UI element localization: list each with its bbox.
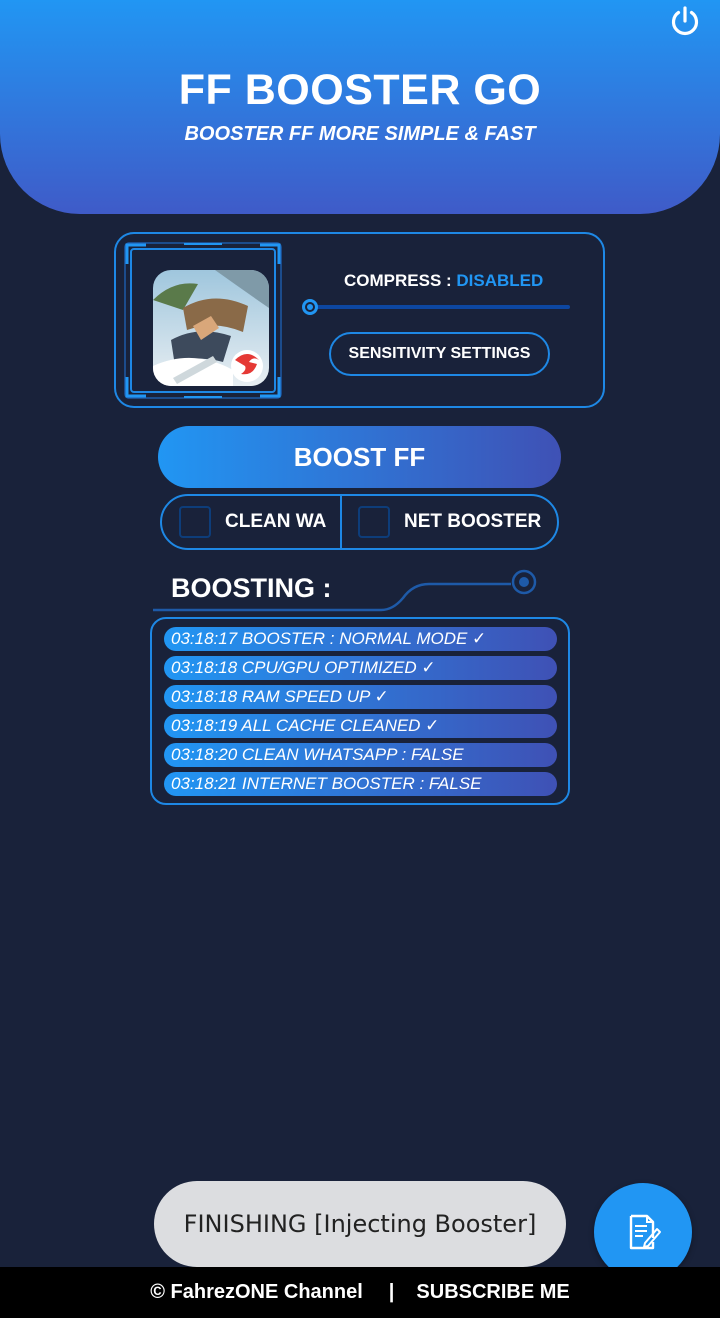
compress-slider[interactable] [302, 296, 570, 318]
compress-label-text: COMPRESS : [344, 271, 457, 290]
game-icon-frame [124, 242, 282, 399]
compress-slider-thumb[interactable] [302, 299, 318, 315]
compress-label: COMPRESS : DISABLED [344, 271, 543, 291]
clean-wa-checkbox[interactable] [179, 506, 211, 538]
footer-separator: | [388, 1281, 395, 1303]
app-subtitle: BOOSTER FF MORE SIMPLE & FAST [184, 123, 536, 145]
footer-credit: © FahrezONE Channel [150, 1281, 363, 1303]
log-item: 03:18:21 INTERNET BOOSTER : FALSE [164, 772, 557, 796]
log-item: 03:18:20 CLEAN WHATSAPP : FALSE [164, 743, 557, 767]
app-title: FF BOOSTER GO [178, 66, 542, 114]
status-toast: FINISHING [Injecting Booster] [154, 1181, 566, 1267]
app-header: FF BOOSTER GO BOOSTER FF MORE SIMPLE & F… [0, 0, 720, 214]
log-item: 03:18:18 RAM SPEED UP ✓ [164, 685, 557, 709]
log-item: 03:18:19 ALL CACHE CLEANED ✓ [164, 714, 557, 738]
sensitivity-settings-button[interactable]: SENSITIVITY SETTINGS [329, 332, 550, 376]
boost-ff-button[interactable]: BOOST FF [158, 426, 561, 488]
footer: © FahrezONE Channel | SUBSCRIBE ME [0, 1267, 720, 1318]
log-item: 03:18:17 BOOSTER : NORMAL MODE ✓ [164, 627, 557, 651]
boost-log: 03:18:17 BOOSTER : NORMAL MODE ✓ 03:18:1… [150, 617, 570, 805]
subscribe-link[interactable]: SUBSCRIBE ME [416, 1281, 569, 1304]
free-fire-game-icon[interactable] [153, 270, 269, 386]
compress-status: DISABLED [456, 271, 544, 290]
power-icon[interactable] [668, 4, 702, 38]
log-item: 03:18:18 CPU/GPU OPTIMIZED ✓ [164, 656, 557, 680]
clean-wa-label: CLEAN WA [225, 511, 327, 532]
boosting-header: BOOSTING : [153, 568, 543, 614]
notes-icon [629, 1214, 661, 1250]
boost-log-list: 03:18:17 BOOSTER : NORMAL MODE ✓ 03:18:1… [164, 627, 557, 801]
compress-slider-track [310, 305, 570, 309]
boost-options: CLEAN WA NET BOOSTER [160, 494, 559, 550]
boosting-title: BOOSTING : [171, 573, 332, 603]
option-clean-wa[interactable]: CLEAN WA [162, 496, 342, 548]
game-card: COMPRESS : DISABLED SENSITIVITY SETTINGS [114, 232, 605, 408]
option-net-booster[interactable]: NET BOOSTER [342, 496, 557, 548]
net-booster-label: NET BOOSTER [404, 511, 542, 532]
net-booster-checkbox[interactable] [358, 506, 390, 538]
